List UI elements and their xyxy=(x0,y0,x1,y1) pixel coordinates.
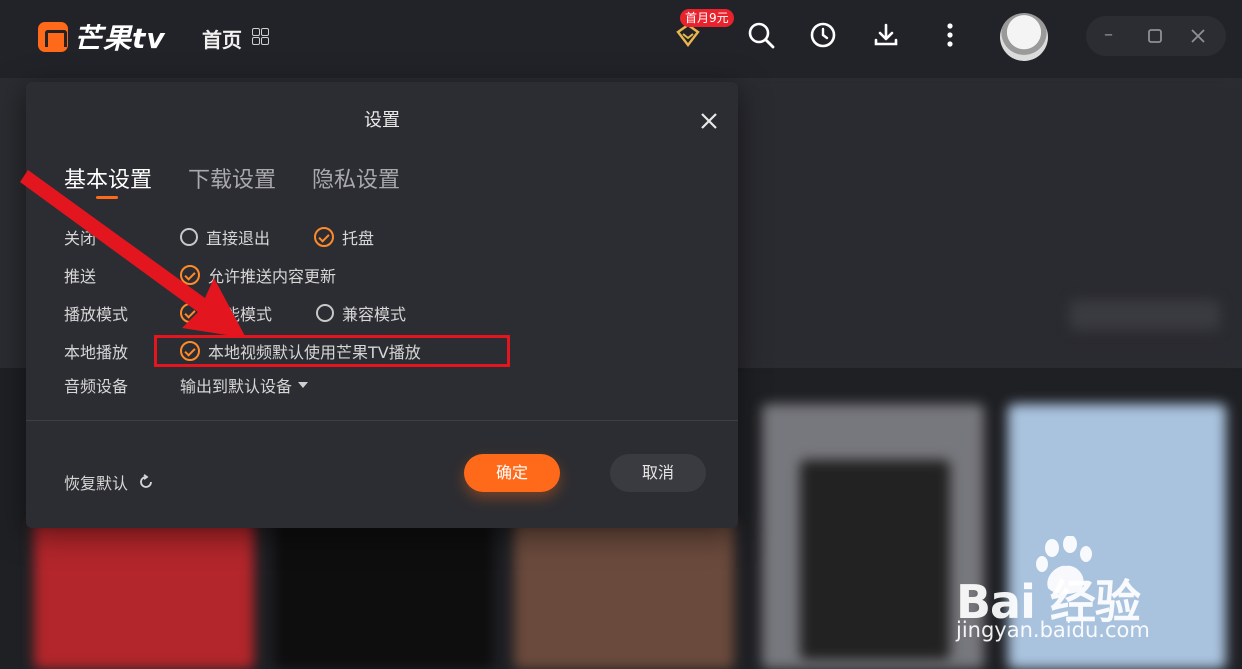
vip-promo-badge[interactable]: 首月9元 xyxy=(680,9,734,27)
setting-row-audio-device: 音频设备 输出到默认设备 xyxy=(64,373,352,397)
window-controls: – xyxy=(1086,16,1226,56)
refresh-icon xyxy=(140,474,152,488)
restore-default-button[interactable]: 恢复默认 xyxy=(64,470,154,494)
background-thumbnail xyxy=(34,520,254,669)
dropdown-arrow-icon xyxy=(298,382,309,388)
background-thumbnail-figure xyxy=(800,460,950,660)
background-thumbnail xyxy=(514,520,734,669)
background-thumbnail xyxy=(274,520,494,669)
download-icon[interactable] xyxy=(871,20,901,50)
maximize-icon[interactable] xyxy=(1147,28,1163,44)
minimize-icon[interactable]: – xyxy=(1104,24,1113,45)
radio-checked-icon[interactable] xyxy=(314,227,335,247)
select-value: 输出到默认设备 xyxy=(180,377,293,396)
logo-text: 芒果tv xyxy=(74,22,166,55)
watermark-url: jingyan.baidu.com xyxy=(956,618,1150,642)
home-tab[interactable]: 首页 xyxy=(202,24,242,53)
dialog-title: 设置 xyxy=(364,110,400,131)
app-logo[interactable]: 芒果tv xyxy=(38,18,166,56)
annotation-highlight-box xyxy=(154,335,510,367)
option-label: 兼容模式 xyxy=(342,305,407,324)
category-grid-icon[interactable] xyxy=(252,28,270,46)
restore-default-label: 恢复默认 xyxy=(64,474,129,493)
confirm-button[interactable]: 确定 xyxy=(464,454,560,492)
background-label xyxy=(1070,300,1220,330)
logo-icon xyxy=(38,22,68,52)
close-icon[interactable] xyxy=(698,110,720,132)
option-label: 托盘 xyxy=(342,229,375,248)
divider xyxy=(26,420,738,421)
audio-device-select[interactable]: 输出到默认设备 xyxy=(180,373,309,397)
close-window-icon[interactable] xyxy=(1190,28,1206,44)
history-clock-icon[interactable] xyxy=(808,20,838,50)
search-icon[interactable] xyxy=(746,20,776,50)
radio-unchecked-icon[interactable] xyxy=(316,304,335,322)
cancel-button[interactable]: 取消 xyxy=(610,454,706,492)
tab-privacy-settings[interactable]: 隐私设置 xyxy=(312,162,400,194)
option-compat-mode[interactable]: 兼容模式 xyxy=(316,301,406,325)
option-tray[interactable]: 托盘 xyxy=(314,225,374,249)
setting-label: 音频设备 xyxy=(64,377,129,396)
top-bar: 芒果tv 首页 首月9元 – xyxy=(0,0,1242,78)
baidu-jingyan-watermark: Bai 经验 jingyan.baidu.com xyxy=(956,536,1226,646)
user-avatar[interactable] xyxy=(1000,13,1048,61)
more-menu-icon[interactable] xyxy=(935,20,965,50)
